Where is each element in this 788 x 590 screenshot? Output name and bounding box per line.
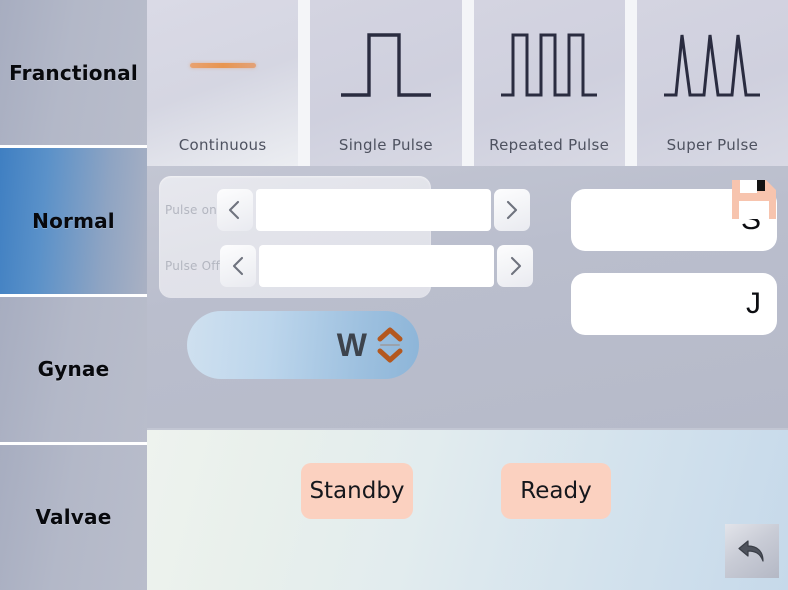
repeated-pulse-waveform-icon [474,0,625,130]
mode-sidebar: Franctional Normal Gynae Valvae [0,0,147,590]
tab-repeated-pulse[interactable]: Repeated Pulse [473,0,625,166]
status-action-bar: Standby Ready [147,428,788,590]
energy-readout[interactable]: J [571,273,777,335]
tab-super-pulse[interactable]: Super Pulse [636,0,788,166]
chevron-up-icon[interactable] [377,327,403,342]
sidebar-item-franctional[interactable]: Franctional [0,0,147,149]
device-screen: Franctional Normal Gynae Valvae Continuo… [0,0,788,590]
sidebar-item-normal[interactable]: Normal [0,148,147,297]
chevron-down-icon[interactable] [377,348,403,363]
tab-single-pulse[interactable]: Single Pulse [310,0,462,166]
ready-button[interactable]: Ready [501,463,611,519]
standby-label: Standby [309,478,405,504]
pulse-timing-group: Pulse on Pulse Off [159,176,534,298]
sidebar-item-label: Normal [32,208,115,233]
sidebar-item-valvae[interactable]: Valvae [0,444,147,590]
sidebar-item-gynae[interactable]: Gynae [0,296,147,445]
stepper-divider [380,344,400,346]
sidebar-item-label: Valvae [35,505,112,530]
power-control[interactable]: W [187,311,419,379]
standby-button[interactable]: Standby [301,463,413,519]
pulse-on-label: Pulse on [165,203,217,217]
pulse-off-label: Pulse Off [165,259,221,273]
continuous-line-icon [147,0,298,130]
power-stepper [377,327,403,363]
chevron-left-icon[interactable] [216,189,253,231]
sidebar-item-label: Gynae [37,357,110,382]
tab-label: Super Pulse [666,136,759,154]
back-button[interactable] [725,524,779,578]
pulse-on-row: Pulse on [159,188,530,232]
tab-label: Repeated Pulse [489,136,610,154]
floppy-disk-save-icon[interactable] [729,174,779,224]
tab-label: Continuous [178,136,267,154]
tab-continuous[interactable]: Continuous [147,0,299,166]
tab-label: Single Pulse [338,136,433,154]
pulse-on-input[interactable] [255,189,491,231]
super-pulse-waveform-icon [637,0,788,130]
pulse-off-input[interactable] [259,245,495,287]
chevron-right-icon[interactable] [493,189,530,231]
back-arrow-icon [735,535,769,567]
main-content: Continuous Single Pulse Repeated Pulse S… [147,0,788,590]
sidebar-item-label: Franctional [9,60,138,85]
chevron-right-icon[interactable] [497,245,534,287]
single-pulse-waveform-icon [310,0,461,130]
ready-label: Ready [520,478,592,504]
energy-unit: J [746,287,761,320]
mode-tab-bar: Continuous Single Pulse Repeated Pulse S… [147,0,788,166]
power-unit: W [336,327,367,363]
pulse-off-row: Pulse Off [159,244,534,288]
parameters-panel: Pulse on Pulse Off S J W [147,166,788,572]
chevron-left-icon[interactable] [220,245,257,287]
